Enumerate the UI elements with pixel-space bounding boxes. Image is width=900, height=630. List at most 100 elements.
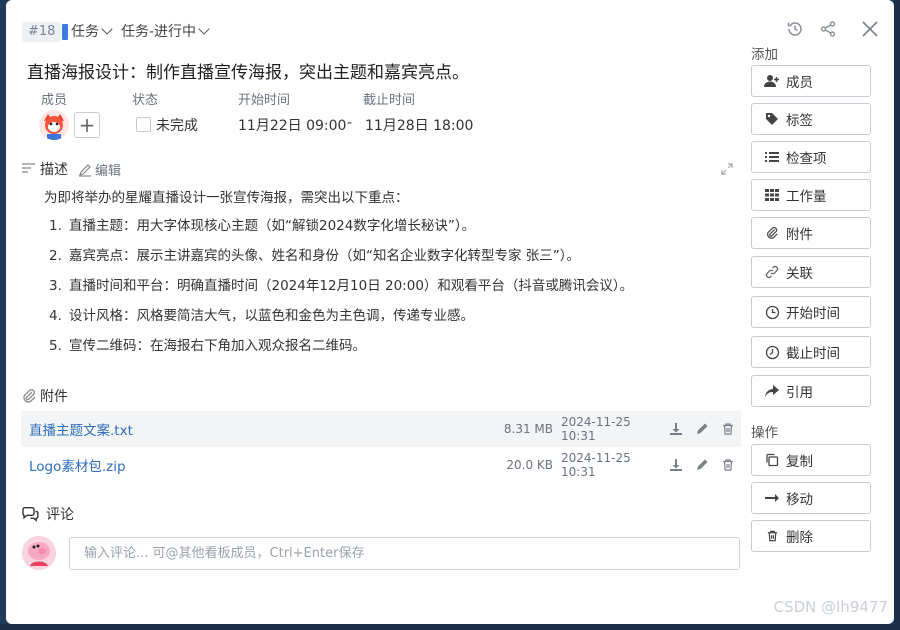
add-reference-button[interactable]: 引用 <box>751 375 871 407</box>
description-icon <box>22 163 35 173</box>
pencil-icon <box>79 163 91 177</box>
button-label: 删除 <box>786 530 813 546</box>
status-value: 未完成 <box>156 118 198 134</box>
user-avatar <box>22 536 56 570</box>
chevron-down-icon <box>198 23 210 35</box>
add-checklist-button[interactable]: 检查项 <box>751 141 871 173</box>
edit-label: 编辑 <box>95 164 122 179</box>
list-item: 4. 设计风格：风格要简洁大气，以蓝色和金色为主色调，传递专业感。 <box>49 308 474 324</box>
attachment-date: 2024-11-25 10:31 <box>561 415 631 443</box>
paperclip-icon <box>23 389 36 403</box>
delete-icon[interactable] <box>715 458 741 472</box>
download-icon[interactable] <box>663 458 689 472</box>
attachment-date: 2024-11-25 10:31 <box>561 451 631 479</box>
description-list: 1. 直播主题：用大字体现核心主题（如“解锁2024数字化增长秘诀”）。 2. 嘉宾… <box>44 211 734 361</box>
button-label: 工作量 <box>786 189 827 205</box>
attachment-row: Logo素材包.zip 20.0 KB 2024-11-25 10:31 <box>21 447 741 483</box>
description-title: 描述 <box>40 162 68 178</box>
grid-icon <box>764 187 780 203</box>
add-section-label: 添加 <box>751 47 778 63</box>
date-separator: - <box>347 115 353 131</box>
description-header: 描述 <box>21 159 68 179</box>
comments-title: 评论 <box>46 507 74 523</box>
task-type-dropdown[interactable]: 任务 <box>71 22 113 42</box>
add-member-sidebar-button[interactable]: 成员 <box>751 65 871 97</box>
history-icon[interactable] <box>784 18 806 40</box>
add-link-button[interactable]: 关联 <box>751 256 871 288</box>
button-label: 复制 <box>786 454 813 470</box>
member-avatar[interactable] <box>39 110 69 140</box>
button-label: 成员 <box>786 75 813 91</box>
trash-icon <box>764 528 780 544</box>
copy-icon <box>764 452 780 468</box>
attachment-size: 20.0 KB <box>506 458 553 472</box>
task-status-label: 任务-进行中 <box>121 24 197 40</box>
attachments-title: 附件 <box>40 389 68 405</box>
add-due-time-button[interactable]: 截止时间 <box>751 336 871 368</box>
button-label: 附件 <box>786 227 813 243</box>
add-tag-button[interactable]: 标签 <box>751 103 871 135</box>
delete-button[interactable]: 删除 <box>751 520 871 552</box>
close-icon[interactable] <box>859 18 881 40</box>
list-item: 5. 宣传二维码：在海报右下角加入观众报名二维码。 <box>49 338 366 354</box>
add-start-time-button[interactable]: 开始时间 <box>751 296 871 328</box>
comment-icon <box>22 507 39 522</box>
complete-checkbox[interactable] <box>136 117 151 132</box>
window-frame-bottom <box>0 624 900 630</box>
move-button[interactable]: 移动 <box>751 482 871 514</box>
attachment-name[interactable]: Logo素材包.zip <box>21 455 497 475</box>
member-field-label: 成员 <box>41 93 68 108</box>
button-label: 关联 <box>786 266 813 282</box>
task-title[interactable]: 直播海报设计：制作直播宣传海报，突出主题和嘉宾亮点。 <box>27 58 469 83</box>
chevron-down-icon <box>101 23 113 35</box>
button-label: 移动 <box>786 492 813 508</box>
operations-section-label: 操作 <box>751 425 778 441</box>
description-content: 为即将举办的星耀直播设计一张宣传海报，需突出以下重点： 1. 直播主题：用大字体现… <box>44 188 734 361</box>
attachment-size: 8.31 MB <box>503 422 553 436</box>
description-intro: 为即将举办的星耀直播设计一张宣传海报，需突出以下重点： <box>44 190 409 206</box>
add-attachment-button[interactable]: 附件 <box>751 217 871 249</box>
attachment-row: 直播主题文案.txt 8.31 MB 2024-11-25 10:31 <box>21 411 741 447</box>
type-color-marker <box>62 24 68 40</box>
list-item: 2. 嘉宾亮点：展示主讲嘉宾的头像、姓名和身份（如“知名企业数字化转型专家 张三”… <box>49 248 581 264</box>
start-time-value[interactable]: 11月22日 09:00 <box>238 115 346 135</box>
add-workload-button[interactable]: 工作量 <box>751 179 871 211</box>
comment-input[interactable] <box>69 537 740 570</box>
share-arrow-icon <box>764 383 780 399</box>
end-time-field-label: 截止时间 <box>363 93 416 108</box>
attachment-name[interactable]: 直播主题文案.txt <box>21 419 497 439</box>
expand-icon[interactable] <box>716 158 738 180</box>
list-item: 1. 直播主题：用大字体现核心主题（如“解锁2024数字化增长秘诀”）。 <box>49 218 476 234</box>
paperclip-icon <box>764 225 780 241</box>
copy-button[interactable]: 复制 <box>751 444 871 476</box>
list-item: 3. 直播时间和平台：明确直播时间（2024年12月10日 20:00）和观看平台… <box>49 278 634 294</box>
attachments-header: 附件 <box>21 386 68 406</box>
edit-description-link[interactable]: 编辑 <box>78 160 121 179</box>
tag-icon <box>764 111 780 127</box>
end-time-value[interactable]: 11月28日 18:00 <box>365 115 473 135</box>
button-label: 开始时间 <box>786 306 840 322</box>
clock-icon <box>764 304 780 320</box>
task-id-badge: #18 <box>22 22 62 42</box>
list-icon <box>764 149 780 165</box>
share-icon[interactable] <box>817 18 839 40</box>
edit-icon[interactable] <box>689 422 715 436</box>
task-status-dropdown[interactable]: 任务-进行中 <box>121 22 210 42</box>
delete-icon[interactable] <box>715 422 741 436</box>
edit-icon[interactable] <box>689 458 715 472</box>
task-detail-modal: #18 任务 任务-进行中 直播海报设计：制作直播宣传海报，突出主题和嘉宾亮点。… <box>6 0 894 624</box>
user-plus-icon <box>764 73 780 89</box>
task-type-label: 任务 <box>71 24 99 40</box>
button-label: 截止时间 <box>786 346 840 362</box>
button-label: 标签 <box>786 113 813 129</box>
comments-header: 评论 <box>21 504 74 524</box>
window-frame-right <box>894 0 900 630</box>
watermark: CSDN @lh9477 <box>773 598 888 616</box>
arrow-right-icon <box>764 490 780 506</box>
button-label: 检查项 <box>786 151 827 167</box>
button-label: 引用 <box>786 385 813 401</box>
clock-icon <box>764 344 780 360</box>
start-time-field-label: 开始时间 <box>238 93 291 108</box>
download-icon[interactable] <box>663 422 689 436</box>
add-member-button[interactable]: + <box>74 112 100 138</box>
